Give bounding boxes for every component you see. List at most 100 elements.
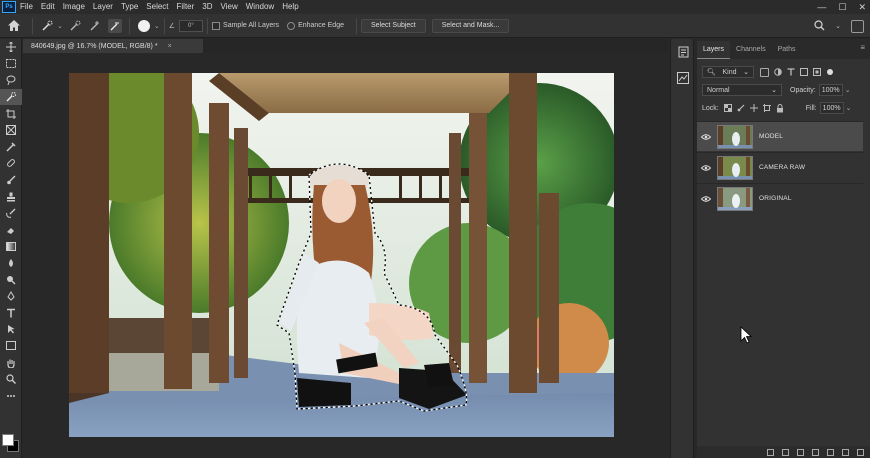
document-canvas-image[interactable] [69, 73, 614, 437]
more-tools-icon[interactable] [0, 387, 22, 404]
opacity-input[interactable]: 100% [818, 84, 843, 96]
panel-menu-icon[interactable]: ≡ [860, 43, 865, 52]
filter-kind-select[interactable]: 🔍︎ Kind ⌄ [702, 66, 754, 78]
adjustments-panel-icon[interactable] [671, 65, 695, 91]
shape-filter-icon[interactable] [800, 68, 808, 76]
layer-name-camera-raw: CAMERA RAW [759, 164, 806, 171]
search-icon[interactable] [814, 19, 825, 33]
chevron-down-icon: ⌄ [771, 87, 777, 94]
quick-selection-tool-icon[interactable] [40, 19, 54, 33]
eyedropper-tool-icon[interactable] [0, 139, 22, 156]
menu-image[interactable]: Image [59, 0, 89, 14]
rectangle-tool-icon[interactable] [0, 338, 22, 355]
eraser-tool-icon[interactable] [0, 222, 22, 239]
filter-toggle-icon[interactable] [826, 68, 834, 76]
brush-tool-icon[interactable] [0, 172, 22, 189]
separator [163, 17, 165, 34]
adjustment-filter-icon[interactable] [774, 68, 782, 76]
sample-all-layers-checkbox[interactable] [212, 21, 221, 30]
select-and-mask-button[interactable]: Select and Mask... [431, 18, 510, 33]
close-tab-icon[interactable]: × [168, 43, 172, 50]
type-tool-icon[interactable] [0, 305, 22, 322]
new-adjustment-layer-icon[interactable] [812, 448, 819, 456]
layer-style-icon[interactable] [782, 448, 789, 456]
maximize-button[interactable]: ☐ [838, 0, 846, 14]
new-layer-icon[interactable] [842, 448, 849, 456]
pen-tool-icon[interactable] [0, 288, 22, 305]
minimize-button[interactable]: — [817, 0, 826, 14]
menu-layer[interactable]: Layer [89, 0, 117, 14]
blur-tool-icon[interactable] [0, 255, 22, 272]
visibility-eye-icon[interactable] [697, 195, 715, 202]
move-tool-icon[interactable] [0, 39, 22, 56]
crop-tool-icon[interactable] [0, 105, 22, 122]
lasso-tool-icon[interactable] [0, 72, 22, 89]
tool-preset-chevron-icon[interactable]: ⌄ [57, 22, 63, 30]
clone-stamp-tool-icon[interactable] [0, 188, 22, 205]
fill-chevron-icon[interactable]: ⌄ [846, 104, 852, 112]
workspace-chevron-icon[interactable]: ⌄ [835, 22, 841, 30]
add-mask-icon[interactable] [797, 448, 804, 456]
smart-object-filter-icon[interactable] [813, 68, 821, 76]
frame-tool-icon[interactable] [0, 122, 22, 139]
lock-artboard-icon[interactable] [762, 104, 771, 112]
healing-brush-tool-icon[interactable] [0, 155, 22, 172]
lock-all-icon[interactable] [776, 104, 784, 113]
document-tab[interactable]: 840649.jpg @ 16.7% (MODEL, RGB/8) * × [23, 39, 203, 53]
foreground-color-swatch[interactable] [2, 434, 14, 446]
tab-paths[interactable]: Paths [772, 41, 802, 59]
layer-filter-row: 🔍︎ Kind ⌄ [697, 63, 870, 81]
zoom-tool-icon[interactable] [0, 371, 22, 388]
dodge-tool-icon[interactable] [0, 271, 22, 288]
enhance-edge-checkbox[interactable] [287, 21, 296, 30]
tab-layers[interactable]: Layers [697, 41, 731, 59]
layer-row-model[interactable]: MODEL [697, 121, 863, 151]
layer-row-camera-raw[interactable]: CAMERA RAW [697, 152, 863, 182]
brush-preview-icon[interactable] [137, 19, 151, 33]
lock-transparent-pixels-icon[interactable] [723, 104, 732, 112]
menu-type[interactable]: Type [117, 0, 142, 14]
menu-view[interactable]: View [217, 0, 242, 14]
select-subject-button[interactable]: Select Subject [361, 18, 426, 33]
lock-image-pixels-icon[interactable] [737, 104, 745, 112]
blend-mode-select[interactable]: Normal ⌄ [702, 84, 782, 96]
link-layers-icon[interactable] [767, 448, 774, 456]
quick-selection-tool-icon[interactable] [0, 88, 22, 106]
menu-select[interactable]: Select [142, 0, 172, 14]
new-group-icon[interactable] [827, 448, 834, 456]
path-selection-tool-icon[interactable] [0, 321, 22, 338]
menu-help[interactable]: Help [278, 0, 302, 14]
close-window-button[interactable]: ✕ [858, 0, 866, 14]
new-selection-icon[interactable] [68, 19, 82, 33]
angle-input[interactable]: 0° [179, 19, 204, 32]
menu-file[interactable]: File [16, 0, 37, 14]
delete-layer-icon[interactable] [857, 448, 864, 456]
brush-chevron-icon[interactable]: ⌄ [154, 22, 160, 30]
menu-3d[interactable]: 3D [198, 0, 216, 14]
gradient-tool-icon[interactable] [0, 238, 22, 255]
share-icon[interactable] [851, 19, 864, 33]
pixel-filter-icon[interactable] [760, 67, 769, 77]
tools-panel [0, 39, 22, 458]
visibility-eye-icon[interactable] [697, 164, 715, 171]
layer-row-original[interactable]: ORIGINAL [697, 183, 863, 213]
fill-input[interactable]: 100% [819, 102, 844, 114]
menu-bar: Ps File Edit Image Layer Type Select Fil… [0, 0, 870, 14]
lock-position-icon[interactable] [749, 104, 758, 112]
tab-channels[interactable]: Channels [730, 41, 772, 59]
add-to-selection-icon[interactable] [88, 19, 102, 33]
menu-window[interactable]: Window [242, 0, 278, 14]
subtract-from-selection-icon[interactable] [107, 18, 122, 33]
menu-edit[interactable]: Edit [37, 0, 59, 14]
history-brush-tool-icon[interactable] [0, 205, 22, 222]
home-icon[interactable] [0, 19, 28, 32]
visibility-eye-icon[interactable] [697, 133, 715, 140]
menu-filter[interactable]: Filter [173, 0, 199, 14]
marquee-tool-icon[interactable] [0, 56, 22, 73]
type-filter-icon[interactable] [787, 68, 795, 76]
properties-panel-icon[interactable] [671, 39, 695, 65]
panel-dock-strip [670, 39, 694, 458]
opacity-chevron-icon[interactable]: ⌄ [845, 86, 851, 94]
chevron-down-icon: ⌄ [743, 69, 749, 76]
hand-tool-icon[interactable] [0, 354, 22, 371]
